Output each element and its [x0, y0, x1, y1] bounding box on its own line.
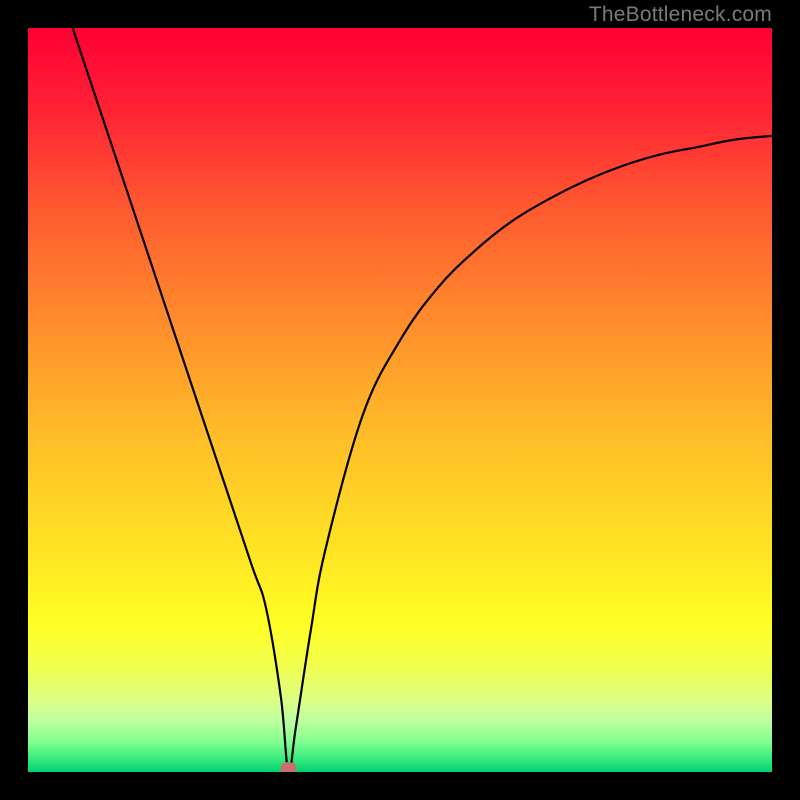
optimal-marker — [280, 762, 296, 772]
plot-area — [28, 28, 772, 772]
chart-frame: TheBottleneck.com — [0, 0, 800, 800]
attribution-text: TheBottleneck.com — [589, 3, 772, 27]
curve-layer — [28, 28, 772, 772]
bottleneck-curve — [73, 28, 772, 772]
